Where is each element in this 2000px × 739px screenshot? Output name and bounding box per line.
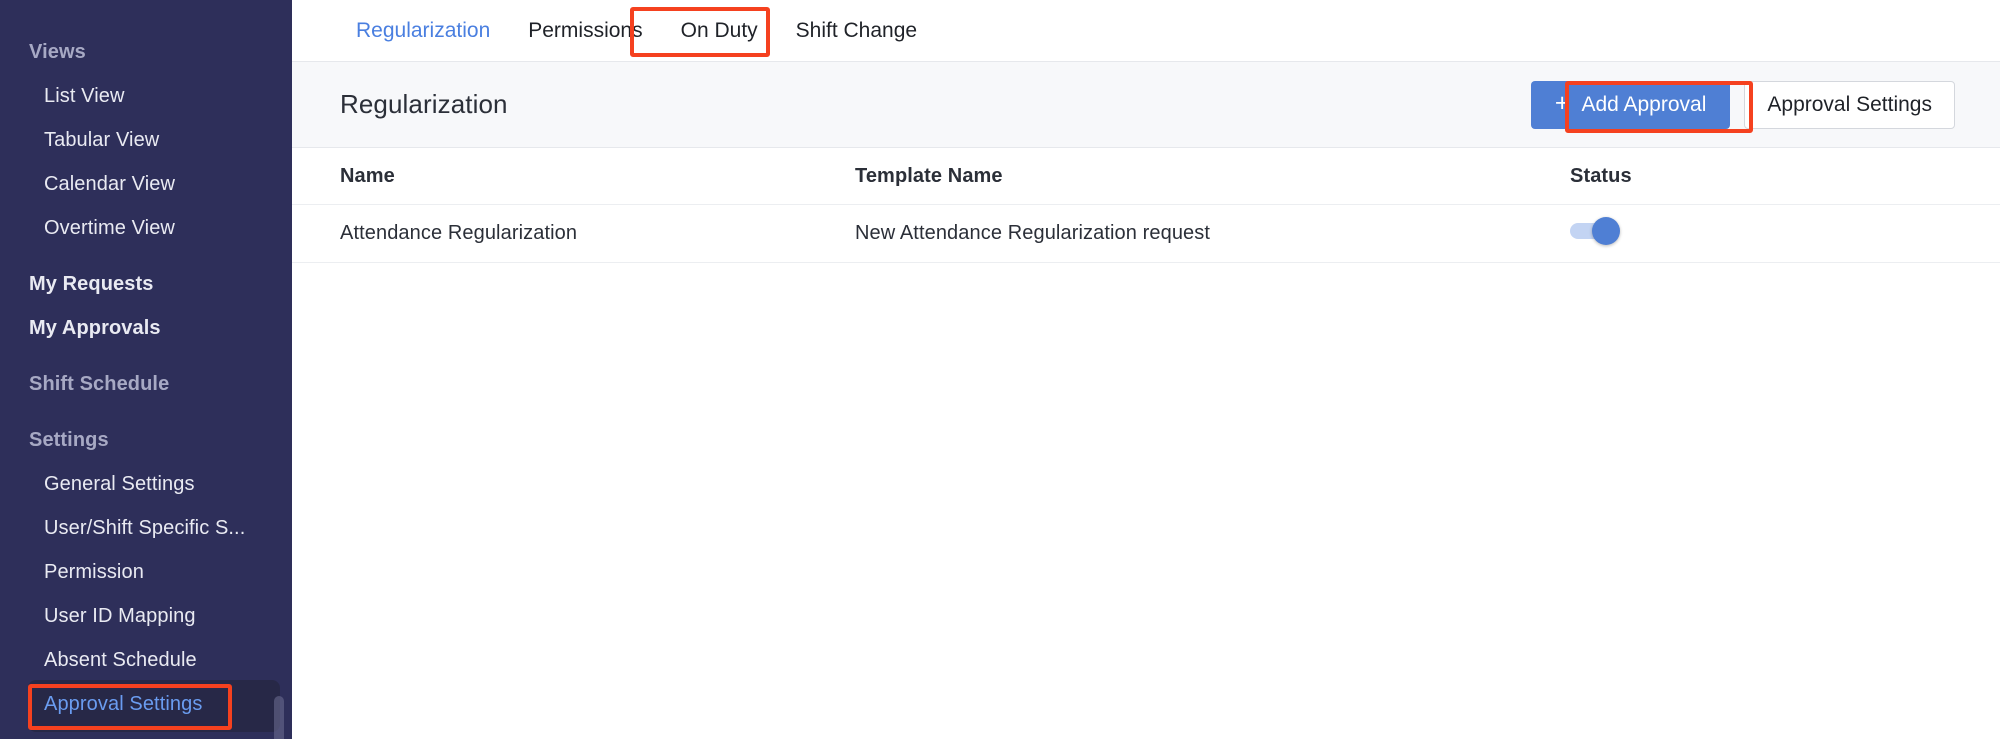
sidebar-item-label: My Requests [29, 273, 154, 295]
tab-permissions[interactable]: Permissions [509, 0, 661, 62]
cell-name: Attendance Regularization [340, 222, 578, 244]
sidebar-item-user-id-mapping[interactable]: User ID Mapping [0, 594, 292, 638]
main-content: Regularization Permissions On Duty Shift… [292, 0, 2000, 739]
sidebar-item-calendar-view[interactable]: Calendar View [0, 162, 292, 206]
page-header: Regularization + Add Approval Approval S… [292, 62, 2000, 148]
column-header-template-name: Template Name [855, 164, 1003, 187]
tab-on-duty[interactable]: On Duty [662, 0, 777, 62]
sidebar-item-label: Overtime View [44, 217, 175, 239]
column-header-name: Name [340, 164, 395, 187]
add-approval-label: Add Approval [1581, 92, 1707, 116]
sidebar-item-general-settings[interactable]: General Settings [0, 462, 292, 506]
tab-bar: Regularization Permissions On Duty Shift… [292, 0, 2000, 62]
toggle-knob [1592, 217, 1620, 245]
sidebar-item-label: Absent Schedule [44, 649, 197, 671]
sidebar-item-shift-schedule[interactable]: Shift Schedule [0, 362, 292, 406]
sidebar-scrollbar-thumb[interactable] [274, 696, 284, 739]
empty-content-area [292, 263, 2000, 739]
table-row[interactable]: Attendance Regularization New Attendance… [292, 205, 2000, 263]
sidebar-item-label: Permission [44, 561, 144, 583]
sidebar-item-label: Tabular View [44, 129, 160, 151]
sidebar-item-label: Shift Schedule [29, 373, 170, 395]
column-header-status: Status [1570, 164, 1632, 187]
sidebar-section-views: Views [29, 41, 86, 63]
sidebar-item-user-shift-specific-settings[interactable]: User/Shift Specific S... [0, 506, 292, 550]
sidebar-item-label: User ID Mapping [44, 605, 196, 627]
sidebar-item-approval-settings[interactable]: Approval Settings [0, 680, 292, 732]
table-header-row: Name Template Name Status [292, 148, 2000, 205]
cell-status [1570, 217, 1955, 245]
approval-settings-button[interactable]: Approval Settings [1744, 80, 1955, 129]
sidebar-item-label: General Settings [44, 473, 195, 495]
sidebar-section-settings: Settings [29, 429, 109, 451]
cell-template-name: New Attendance Regularization request [855, 222, 1211, 244]
sidebar: Views List View Tabular View Calendar Vi… [0, 0, 292, 739]
tab-shift-change[interactable]: Shift Change [777, 0, 936, 62]
add-approval-button[interactable]: + Add Approval [1530, 80, 1731, 129]
sidebar-item-label: Approval Settings [44, 693, 203, 715]
sidebar-item-label: My Approvals [29, 317, 161, 339]
page-title: Regularization [340, 89, 508, 119]
status-toggle[interactable] [1570, 217, 1620, 245]
sidebar-item-label: Calendar View [44, 173, 176, 195]
tab-regularization[interactable]: Regularization [337, 0, 509, 62]
sidebar-item-list-view[interactable]: List View [0, 74, 292, 118]
plus-icon: + [1554, 89, 1570, 117]
sidebar-item-my-requests[interactable]: My Requests [0, 262, 292, 306]
sidebar-item-label: List View [44, 85, 125, 107]
sidebar-item-absent-schedule[interactable]: Absent Schedule [0, 638, 292, 682]
sidebar-item-label: User/Shift Specific S... [44, 517, 246, 539]
sidebar-item-overtime-view[interactable]: Overtime View [0, 206, 292, 250]
sidebar-item-my-approvals[interactable]: My Approvals [0, 306, 292, 350]
sidebar-item-permission[interactable]: Permission [0, 550, 292, 594]
sidebar-item-tabular-view[interactable]: Tabular View [0, 118, 292, 162]
app-root: Views List View Tabular View Calendar Vi… [0, 0, 2000, 739]
approvals-table: Name Template Name Status Attendance Reg… [292, 148, 2000, 263]
header-actions: + Add Approval Approval Settings [1530, 80, 1955, 129]
